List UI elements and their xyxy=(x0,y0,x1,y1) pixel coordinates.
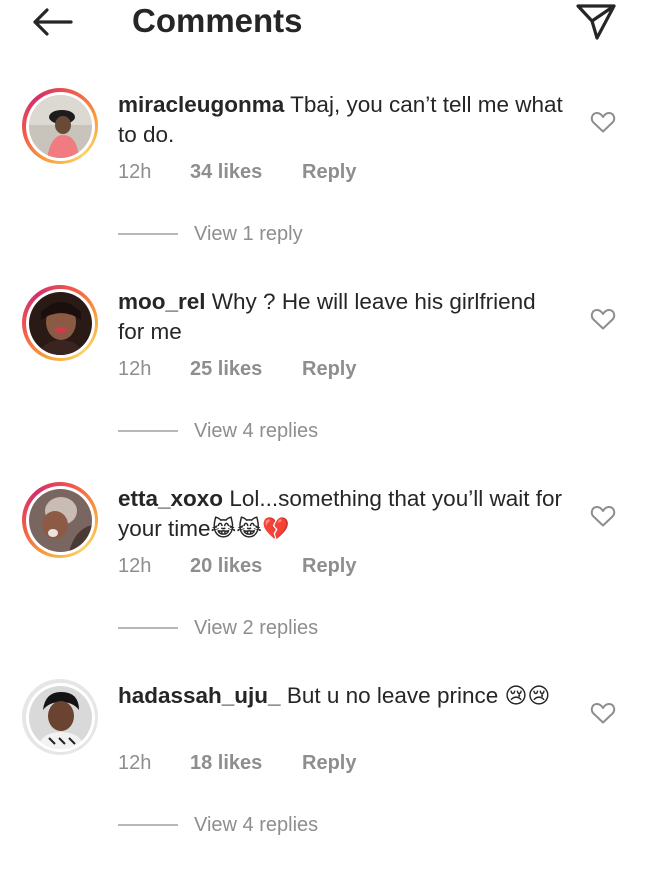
comment-text: hadassah_uju_ But u no leave prince 😢😢 xyxy=(118,681,568,712)
arrow-left-icon xyxy=(33,8,73,36)
comment-likes[interactable]: 18 likes xyxy=(190,749,262,777)
reply-button[interactable]: Reply xyxy=(302,552,356,580)
comment-username[interactable]: moo_rel xyxy=(118,289,206,314)
comment-item: hadassah_uju_ But u no leave prince 😢😢 1… xyxy=(0,677,654,874)
reply-button[interactable]: Reply xyxy=(302,355,356,383)
view-replies-label: View 4 replies xyxy=(194,419,319,442)
comment-body: But u no leave prince xyxy=(286,683,499,708)
like-button[interactable] xyxy=(590,701,616,725)
avatar[interactable] xyxy=(28,94,92,158)
like-button[interactable] xyxy=(590,307,616,331)
comment-emoji: 😢😢 xyxy=(504,684,551,709)
heart-icon xyxy=(590,702,616,724)
comment-username[interactable]: hadassah_uju_ xyxy=(118,683,281,708)
comment-item: etta_xoxo Lol...something that you’ll wa… xyxy=(0,480,654,677)
comment-item: moo_rel Why ? He will leave his girlfrie… xyxy=(0,283,654,480)
reply-button[interactable]: Reply xyxy=(302,158,356,186)
heart-icon xyxy=(590,308,616,330)
avatar[interactable] xyxy=(28,291,92,355)
heart-icon xyxy=(590,111,616,133)
story-ring xyxy=(22,285,98,361)
divider-line xyxy=(118,233,178,235)
like-button[interactable] xyxy=(590,110,616,134)
back-button[interactable] xyxy=(28,4,76,40)
page-title: Comments xyxy=(132,2,303,39)
view-replies-button[interactable]: View 1 reply xyxy=(118,220,303,248)
divider-line xyxy=(118,627,178,629)
comment-item: miracleugonma Tbaj, you can’t tell me wh… xyxy=(0,86,654,283)
paper-plane-icon xyxy=(576,4,616,40)
reply-button[interactable]: Reply xyxy=(302,749,356,777)
view-replies-button[interactable]: View 4 replies xyxy=(118,417,318,445)
comment-time: 12h xyxy=(118,161,152,183)
avatar[interactable] xyxy=(28,488,92,552)
view-replies-label: View 4 replies xyxy=(194,813,319,836)
view-replies-button[interactable]: View 2 replies xyxy=(118,614,318,642)
heart-icon xyxy=(590,505,616,527)
comment-likes[interactable]: 34 likes xyxy=(190,158,262,186)
comment-time: 12h xyxy=(118,358,152,380)
divider-line xyxy=(118,430,178,432)
comment-username[interactable]: etta_xoxo xyxy=(118,486,223,511)
comment-emoji: 😹😹💔 xyxy=(210,517,290,542)
view-replies-button[interactable]: View 4 replies xyxy=(118,811,318,839)
comment-likes[interactable]: 25 likes xyxy=(190,355,262,383)
story-ring xyxy=(22,482,98,558)
comment-text: miracleugonma Tbaj, you can’t tell me wh… xyxy=(118,90,568,150)
divider-line xyxy=(118,824,178,826)
view-replies-label: View 1 reply xyxy=(194,222,303,245)
comment-username[interactable]: miracleugonma xyxy=(118,92,284,117)
view-replies-label: View 2 replies xyxy=(194,616,319,639)
comment-text: etta_xoxo Lol...something that you’ll wa… xyxy=(118,484,568,545)
comment-time: 12h xyxy=(118,555,152,577)
comment-likes[interactable]: 20 likes xyxy=(190,552,262,580)
like-button[interactable] xyxy=(590,504,616,528)
avatar[interactable] xyxy=(28,685,92,749)
comment-time: 12h xyxy=(118,752,152,774)
story-ring xyxy=(22,679,98,755)
story-ring xyxy=(22,88,98,164)
header-bar: Comments xyxy=(0,0,654,44)
share-button[interactable] xyxy=(572,0,620,44)
comment-text: moo_rel Why ? He will leave his girlfrie… xyxy=(118,287,568,347)
